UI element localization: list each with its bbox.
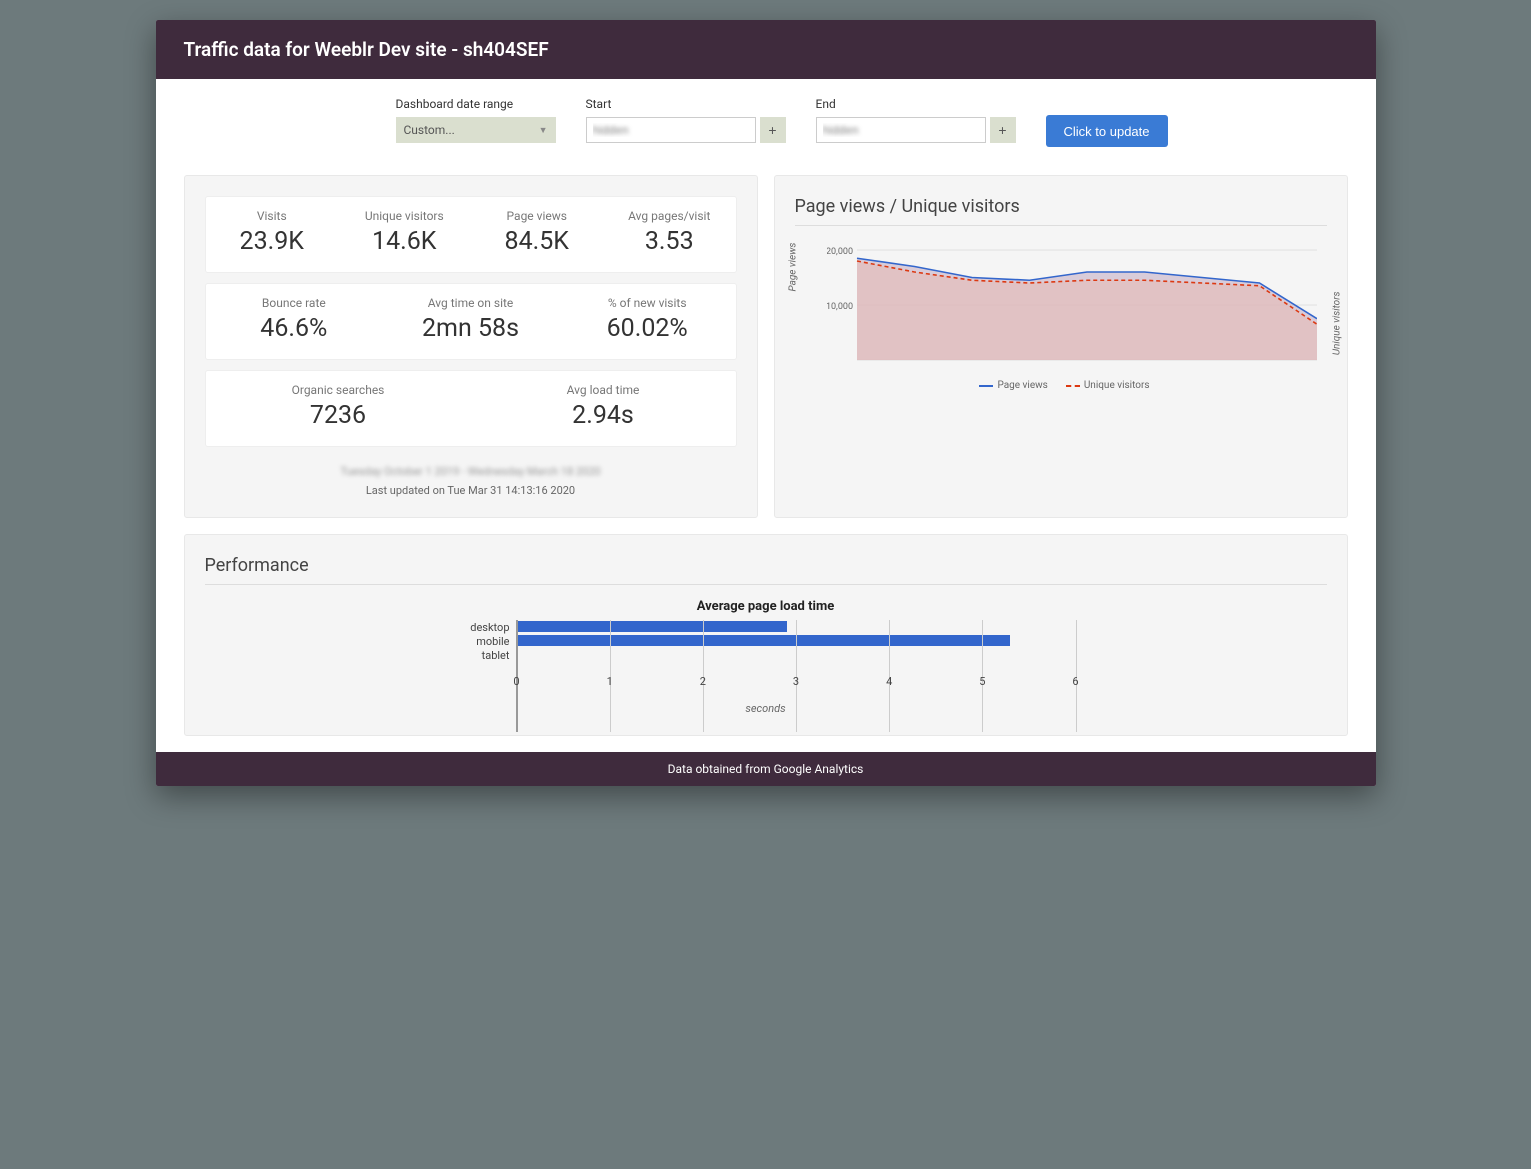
perf-tick: 5 — [979, 675, 985, 688]
svg-text:20,000: 20,000 — [827, 247, 853, 257]
legend-pageviews: Page views — [997, 380, 1047, 391]
stat-label: Unique visitors — [338, 209, 471, 223]
range-label: Dashboard date range — [396, 97, 556, 111]
perf-tick: 1 — [607, 675, 613, 688]
update-button[interactable]: Click to update — [1046, 115, 1168, 147]
stats-row-3: Organic searches 7236 Avg load time 2.94s — [205, 370, 737, 447]
page-title: Traffic data for Weeblr Dev site - sh404… — [156, 20, 1376, 79]
panel-title: Performance — [205, 555, 1327, 585]
end-date-picker-button[interactable]: + — [990, 117, 1016, 143]
perf-tick: 3 — [793, 675, 799, 688]
y-axis-right-label: Unique visitors — [1331, 291, 1342, 355]
stat-value: 7236 — [206, 401, 471, 430]
stat-label: % of new visits — [559, 296, 736, 310]
stat-value: 46.6% — [206, 314, 383, 343]
start-date-picker-button[interactable]: + — [760, 117, 786, 143]
stats-row-2: Bounce rate 46.6% Avg time on site 2mn 58s… — [205, 283, 737, 360]
dropdown-value: Custom... — [404, 123, 455, 137]
perf-category: mobile — [456, 635, 516, 648]
pageviews-panel: Page views / Unique visitors Page views … — [774, 175, 1348, 518]
stat-label: Visits — [206, 209, 339, 223]
stat-value: 14.6K — [338, 227, 471, 256]
perf-bar — [517, 621, 787, 632]
stat-value: 2.94s — [471, 401, 736, 430]
end-date-input[interactable] — [816, 117, 986, 143]
panel-title: Page views / Unique visitors — [795, 196, 1327, 226]
performance-panel: Performance Average page load time deskt… — [184, 534, 1348, 736]
perf-category: desktop — [456, 621, 516, 634]
pageviews-chart: Page views Unique visitors 20,00010,0004… — [803, 240, 1327, 391]
start-label: Start — [586, 97, 786, 111]
analytics-window: Traffic data for Weeblr Dev site - sh404… — [156, 20, 1376, 786]
legend-unique: Unique visitors — [1084, 380, 1150, 391]
perf-bar — [517, 635, 1011, 646]
chevron-down-icon: ▼ — [539, 125, 548, 136]
perf-tick: 0 — [513, 675, 519, 688]
stat-label: Organic searches — [206, 383, 471, 397]
footer-text: Data obtained from Google Analytics — [156, 752, 1376, 786]
stat-label: Page views — [471, 209, 604, 223]
perf-tick: 6 — [1072, 675, 1078, 688]
perf-tick: 2 — [700, 675, 706, 688]
perf-chart-title: Average page load time — [456, 599, 1076, 614]
stats-panel: Visits 23.9K Unique visitors 14.6K Page vi… — [184, 175, 758, 518]
date-range-text: Tuesday October 1 2019 - Wednesday March… — [205, 465, 737, 478]
stat-value: 3.53 — [603, 227, 736, 256]
end-label: End — [816, 97, 1016, 111]
svg-text:10,000: 10,000 — [827, 302, 853, 312]
last-updated-text: Last updated on Tue Mar 31 14:13:16 2020 — [205, 484, 737, 497]
stat-value: 2mn 58s — [382, 314, 559, 343]
start-date-input[interactable] — [586, 117, 756, 143]
stat-label: Avg load time — [471, 383, 736, 397]
stat-label: Avg time on site — [382, 296, 559, 310]
perf-tick: 4 — [886, 675, 892, 688]
stat-value: 23.9K — [206, 227, 339, 256]
date-range-dropdown[interactable]: Custom... ▼ — [396, 117, 556, 143]
stats-row-1: Visits 23.9K Unique visitors 14.6K Page vi… — [205, 196, 737, 273]
chart-legend: Page views Unique visitors — [803, 380, 1327, 391]
stat-value: 84.5K — [471, 227, 604, 256]
y-axis-left-label: Page views — [787, 242, 798, 291]
controls-row: Dashboard date range Custom... ▼ Start +… — [156, 79, 1376, 175]
perf-category: tablet — [456, 649, 516, 662]
stat-label: Avg pages/visit — [603, 209, 736, 223]
stat-value: 60.02% — [559, 314, 736, 343]
stat-label: Bounce rate — [206, 296, 383, 310]
